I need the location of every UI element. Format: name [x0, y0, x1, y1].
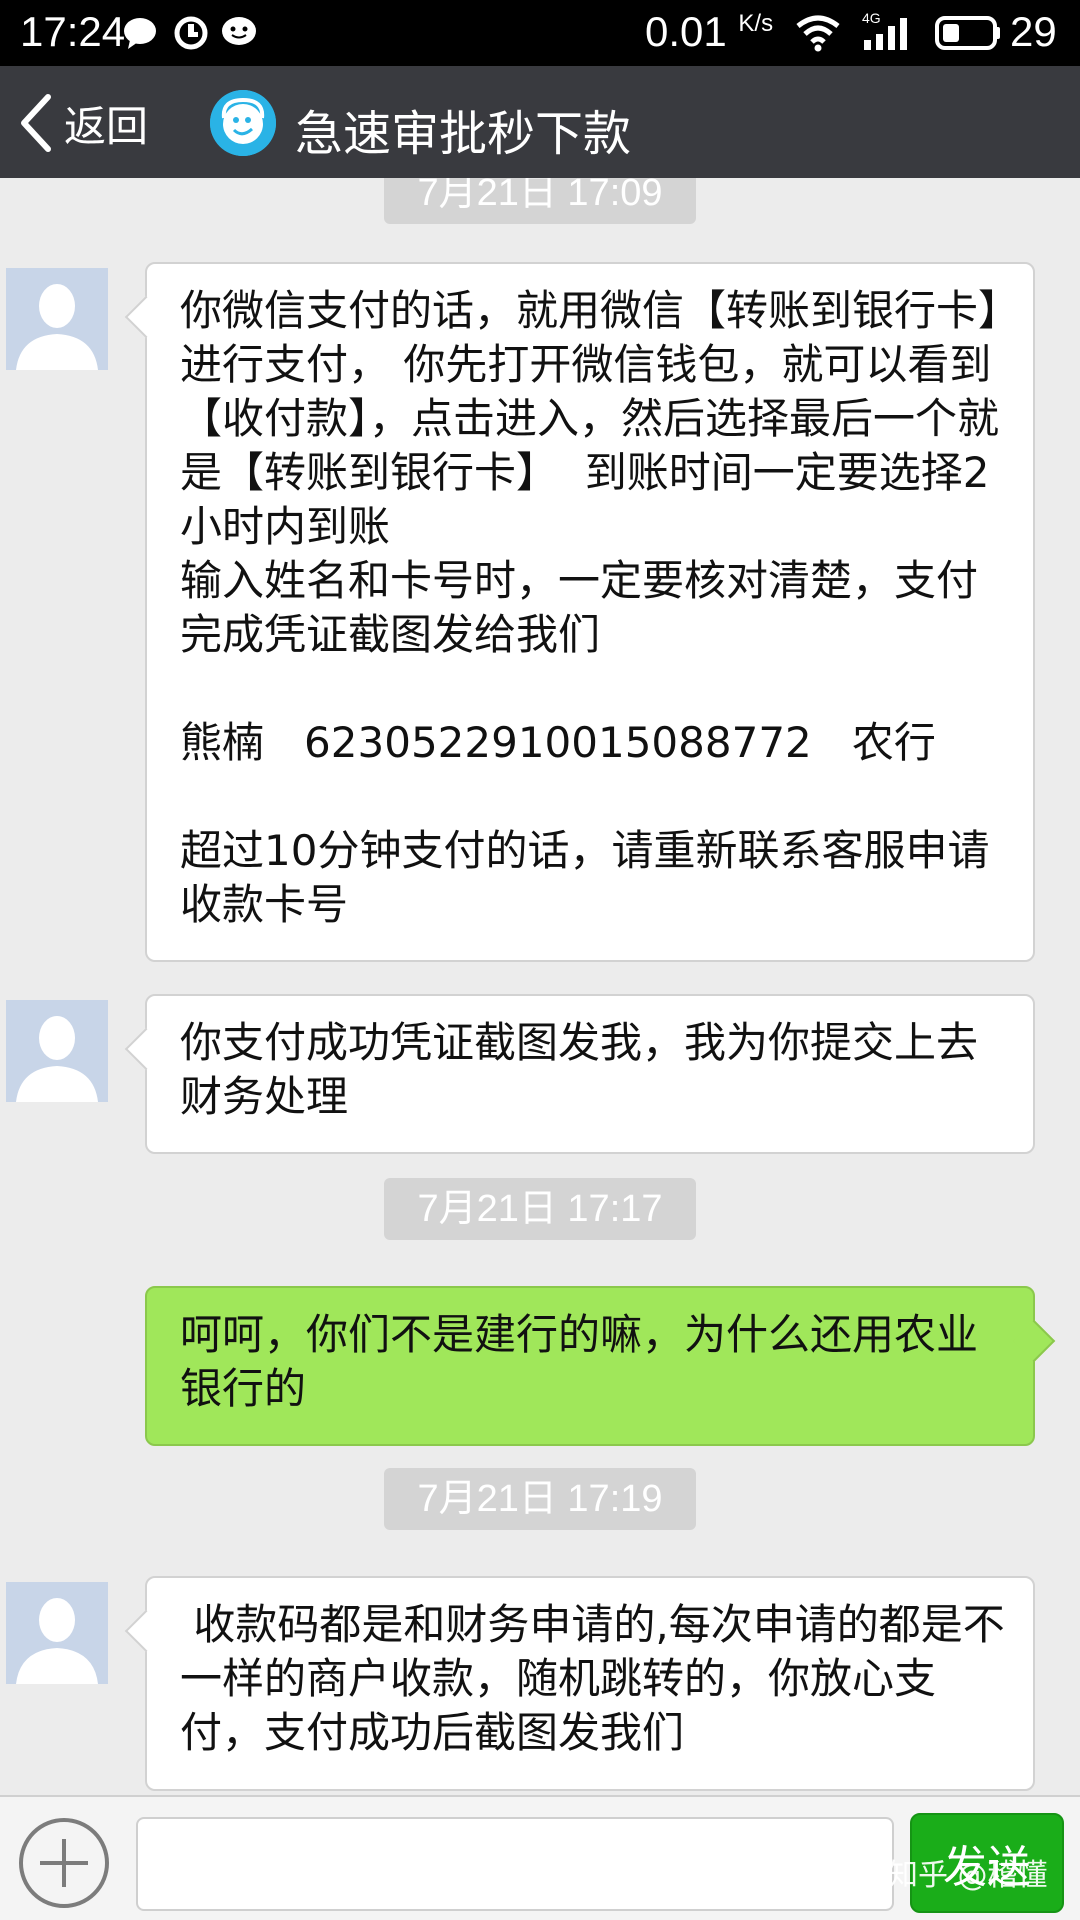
message-timestamp: 7月21日 17:09: [384, 178, 696, 224]
message-timestamp: 7月21日 17:17: [384, 1178, 696, 1240]
signal-icon: [864, 18, 907, 50]
default-user-icon: [6, 268, 108, 370]
contact-avatar[interactable]: [6, 1000, 108, 1102]
smiley-logo-icon: [210, 90, 276, 156]
default-user-icon: [6, 1000, 108, 1102]
official-account-avatar[interactable]: [210, 90, 276, 156]
watermark: 知乎 @稽懂: [888, 1858, 1048, 1893]
status-bar: 17:24 0.01 K/s 4G 29: [0, 0, 1080, 66]
chat-bubble-icon: [124, 18, 156, 49]
network-speed-unit: K/s: [738, 10, 774, 37]
incoming-message-bubble[interactable]: 你支付成功凭证截图发我，我为你提交上去财务处理: [145, 994, 1035, 1154]
chat-area[interactable]: 7月21日 17:09 你微信支付的话，就用微信【转账到银行卡】进行支付， 你先…: [0, 178, 1080, 1795]
incoming-message-bubble[interactable]: 你微信支付的话，就用微信【转账到银行卡】进行支付， 你先打开微信钱包，就可以看到…: [145, 262, 1035, 962]
back-label: 返回: [64, 101, 149, 151]
messenger-icon: [222, 17, 256, 45]
chat-header: 返回 急速审批秒下款: [0, 66, 1080, 178]
chevron-left-icon: [21, 94, 51, 152]
chat-title: 急速审批秒下款: [295, 106, 632, 162]
battery-icon: [935, 16, 1000, 50]
contact-avatar[interactable]: [6, 1582, 108, 1684]
battery-level: 29: [1010, 8, 1057, 55]
incoming-message-bubble[interactable]: 收款码都是和财务申请的,每次申请的都是不一样的商户收款，随机跳转的，你放心支付，…: [145, 1576, 1035, 1791]
default-user-icon: [6, 1582, 108, 1684]
contact-avatar[interactable]: [6, 268, 108, 370]
status-time: 17:24: [20, 8, 126, 55]
plus-icon[interactable]: [18, 1817, 110, 1909]
wifi-icon: [796, 15, 840, 52]
outgoing-message-bubble[interactable]: 呵呵，你们不是建行的嘛，为什么还用农业银行的: [145, 1286, 1035, 1446]
network-speed-value: 0.01: [645, 8, 727, 55]
message-timestamp: 7月21日 17:19: [384, 1468, 696, 1530]
back-button[interactable]: 返回: [18, 88, 148, 158]
sync-icon: [174, 16, 208, 50]
network-speed: 0.01 K/s: [645, 8, 773, 56]
message-input[interactable]: [136, 1817, 894, 1911]
